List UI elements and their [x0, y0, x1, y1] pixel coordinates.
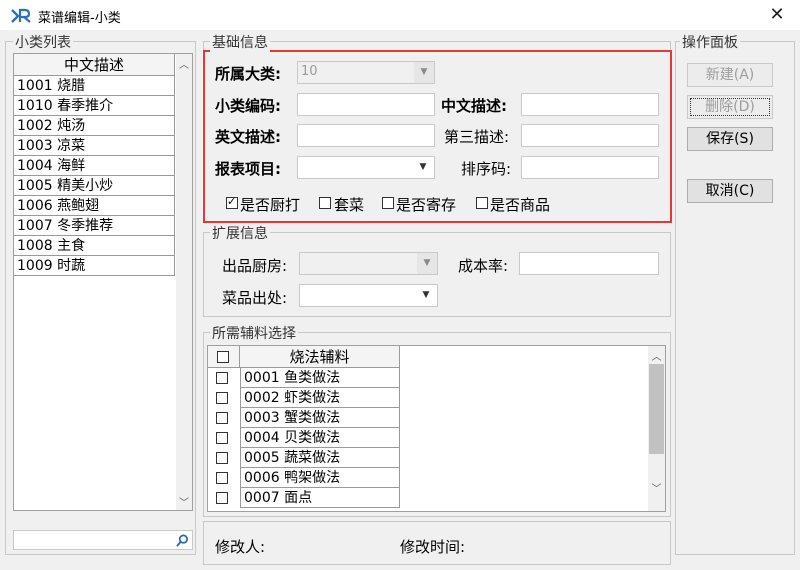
kitchen-label: 出品厨房:: [222, 257, 288, 275]
code-label: 小类编码:: [215, 97, 281, 115]
delete-button[interactable]: 删除(D): [687, 95, 773, 119]
checkbox-set-meal-label[interactable]: 套菜: [334, 194, 364, 215]
cost-rate-label: 成本率:: [458, 257, 509, 275]
table-row[interactable]: 0003 蟹类做法: [208, 408, 400, 428]
save-button[interactable]: 保存(S): [687, 127, 773, 151]
report-item-select[interactable]: ▼: [297, 156, 435, 179]
third-desc-label: 第三描述:: [444, 128, 510, 146]
table-header: 中文描述: [14, 54, 175, 76]
aux-cell: 0006 鸭架做法: [240, 468, 400, 488]
aux-cell: 0005 蔬菜做法: [240, 448, 400, 468]
aux-cell: 0007 面点: [240, 488, 400, 508]
checkbox-kitchen-print[interactable]: [226, 195, 238, 209]
origin-label: 菜品出处:: [222, 289, 288, 307]
category-list-table: 中文描述 1001 烧腊 1010 春季推介 1002 炖汤 1003 凉菜 1…: [13, 53, 193, 511]
aux-scrollbar[interactable]: ︿ ﹀: [648, 346, 665, 511]
table-row[interactable]: 0004 贝类做法: [208, 428, 400, 448]
ext-info-group-label: 扩展信息: [210, 223, 270, 243]
row-checkbox[interactable]: [216, 372, 228, 384]
category-label: 所属大类:: [215, 65, 281, 83]
category-select[interactable]: 10 ▼: [297, 61, 435, 84]
table-row[interactable]: 0005 蔬菜做法: [208, 448, 400, 468]
aux-cell: 0002 虾类做法: [240, 388, 400, 408]
checkbox-goods-label[interactable]: 是否商品: [490, 194, 550, 215]
column-header-cn-desc: 中文描述: [63, 56, 124, 74]
table-row[interactable]: 0001 鱼类做法: [208, 368, 400, 388]
new-button[interactable]: 新建(A): [687, 63, 773, 87]
list-item[interactable]: 1002 炖汤: [14, 116, 175, 136]
list-item[interactable]: 1006 燕鲍翅: [14, 196, 175, 216]
aux-cell: 0004 贝类做法: [240, 428, 400, 448]
row-checkbox[interactable]: [216, 432, 228, 444]
cancel-button[interactable]: 取消(C): [687, 179, 773, 203]
aux-header-checkbox-cell: [208, 346, 240, 368]
basic-info-group-label: 基础信息: [210, 32, 270, 52]
en-desc-input[interactable]: [297, 124, 435, 147]
third-desc-input[interactable]: [521, 124, 659, 147]
app-logo-icon: [11, 8, 31, 23]
row-checkbox[interactable]: [216, 392, 228, 404]
row-checkbox[interactable]: [216, 492, 228, 504]
list-item[interactable]: 1004 海鲜: [14, 156, 175, 176]
modifier-label: 修改人:: [215, 538, 266, 556]
list-item[interactable]: 1007 冬季推荐: [14, 216, 175, 236]
operations-group-label: 操作面板: [680, 32, 740, 52]
title-bar: 菜谱编辑-小类 ✕: [0, 0, 800, 30]
code-input[interactable]: [297, 93, 435, 116]
chevron-down-icon[interactable]: ▼: [417, 253, 437, 274]
list-item[interactable]: 1010 春季推介: [14, 96, 175, 116]
cost-rate-input[interactable]: [519, 252, 659, 275]
en-desc-label: 英文描述:: [215, 128, 281, 146]
report-item-label: 报表项目:: [215, 160, 281, 178]
checkbox-deposit-label[interactable]: 是否寄存: [396, 194, 456, 215]
chevron-down-icon[interactable]: ﹀: [648, 480, 665, 495]
chevron-down-icon[interactable]: ▼: [414, 62, 434, 83]
table-row[interactable]: 0002 虾类做法: [208, 388, 400, 408]
list-item[interactable]: 1001 烧腊: [14, 76, 175, 96]
sort-code-input[interactable]: [521, 156, 659, 179]
search-icon[interactable]: [176, 534, 189, 547]
cn-desc-input[interactable]: [521, 93, 659, 116]
chevron-down-icon[interactable]: ﹀: [176, 494, 192, 509]
list-item[interactable]: 1009 时蔬: [14, 256, 175, 276]
row-checkbox[interactable]: [216, 452, 228, 464]
column-header-aux: 烧法辅料: [289, 348, 350, 366]
cn-desc-label: 中文描述:: [441, 97, 507, 115]
category-select-value: 10: [301, 64, 318, 79]
chevron-up-icon[interactable]: ︿: [648, 348, 665, 363]
chevron-down-icon[interactable]: ▼: [417, 285, 435, 306]
chevron-down-icon[interactable]: ▼: [414, 157, 432, 178]
kitchen-select[interactable]: ▼: [299, 252, 438, 275]
list-item[interactable]: 1008 主食: [14, 236, 175, 256]
category-search-bar: [13, 530, 193, 550]
aux-group-label: 所需辅料选择: [210, 323, 298, 343]
window-title: 菜谱编辑-小类: [38, 11, 121, 26]
table-row[interactable]: 0006 鸭架做法: [208, 468, 400, 488]
scrollbar-thumb[interactable]: [649, 364, 664, 454]
row-checkbox[interactable]: [216, 412, 228, 424]
checkbox-deposit[interactable]: [382, 197, 394, 209]
list-item[interactable]: 1003 凉菜: [14, 136, 175, 156]
row-list: 1001 烧腊 1010 春季推介 1002 炖汤 1003 凉菜 1004 海…: [14, 76, 175, 276]
origin-select[interactable]: ▼: [299, 284, 438, 307]
aux-cell: 0003 蟹类做法: [240, 408, 400, 428]
chevron-up-icon[interactable]: ︿: [176, 56, 192, 71]
sort-code-label: 排序码:: [461, 160, 512, 178]
checkbox-goods[interactable]: [476, 197, 488, 209]
aux-cell: 0001 鱼类做法: [240, 368, 400, 388]
select-all-checkbox[interactable]: [217, 351, 229, 363]
category-list-group-label: 小类列表: [13, 32, 73, 52]
modify-time-label: 修改时间:: [400, 538, 466, 556]
aux-table: 烧法辅料 0001 鱼类做法 0002 虾类做法 0003 蟹类做法 0004 …: [207, 345, 666, 512]
aux-header: 烧法辅料: [240, 346, 400, 368]
close-button[interactable]: ✕: [766, 4, 788, 26]
aux-rows: 0001 鱼类做法 0002 虾类做法 0003 蟹类做法 0004 贝类做法 …: [208, 368, 400, 511]
list-item[interactable]: 1005 精美小炒: [14, 176, 175, 196]
row-checkbox[interactable]: [216, 472, 228, 484]
category-list-scrollbar[interactable]: ︿ ﹀: [176, 54, 192, 510]
table-row[interactable]: 0007 面点: [208, 488, 400, 508]
checkbox-kitchen-print-label[interactable]: 是否厨打: [240, 194, 300, 215]
checkbox-set-meal[interactable]: [319, 197, 331, 209]
